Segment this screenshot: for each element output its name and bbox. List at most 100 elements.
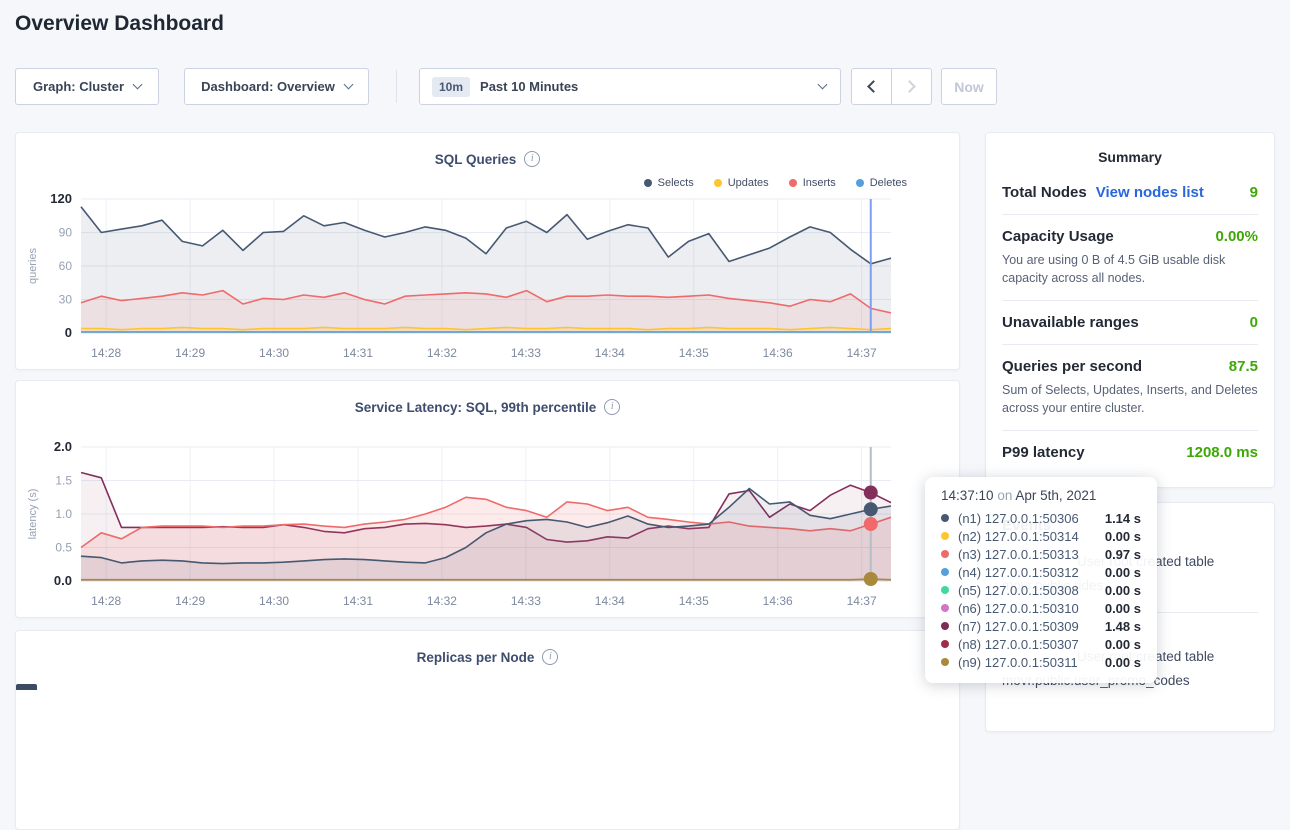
- node-latency-value: 0.00 s: [1097, 565, 1141, 580]
- node-latency-value: 0.00 s: [1097, 655, 1141, 670]
- chevron-down-icon: [818, 80, 828, 90]
- y-tick-label: 1.0: [55, 507, 72, 521]
- tooltip-row: (n3) 127.0.0.1:50313 0.97 s: [941, 545, 1141, 563]
- node-color-dot: [941, 586, 949, 594]
- view-nodes-list-link[interactable]: View nodes list: [1096, 184, 1204, 201]
- x-tick-label: 14:34: [595, 594, 625, 608]
- y-tick-label: 60: [59, 259, 73, 273]
- x-tick-label: 14:29: [175, 594, 205, 608]
- series-line-n9: [81, 579, 891, 580]
- info-icon[interactable]: i: [542, 649, 558, 665]
- chevron-down-icon: [133, 80, 143, 90]
- tooltip-row: (n7) 127.0.0.1:503091.48 s: [941, 617, 1141, 635]
- y-tick-label: 0: [65, 325, 72, 340]
- node-latency-value: 0.00 s: [1097, 529, 1141, 544]
- p99-latency-value: 1208.0 ms: [1186, 444, 1258, 461]
- dashboard-dropdown-label: Dashboard: Overview: [201, 79, 335, 94]
- y-tick-label: 30: [59, 293, 73, 307]
- now-button-label: Now: [954, 79, 984, 95]
- node-latency-value: 0.00 s: [1097, 601, 1141, 616]
- node-address: (n9) 127.0.0.1:50311: [958, 655, 1078, 670]
- x-tick-label: 14:30: [259, 594, 289, 608]
- service-latency-plot[interactable]: 14:28 14:29 14:30 14:31 14:32 14:33 14:34 14:35…: [16, 381, 961, 619]
- node-address: (n6) 127.0.0.1:50310: [958, 601, 1079, 616]
- capacity-description: You are using 0 B of 4.5 GiB usable disk…: [1002, 251, 1258, 287]
- unavailable-ranges-label: Unavailable ranges: [1002, 314, 1139, 331]
- node-color-dot: [941, 514, 949, 522]
- service-latency-chart-card: Service Latency: SQL, 99th percentile i …: [15, 380, 960, 618]
- summary-row-p99: P99 latency 1208.0 ms: [1002, 431, 1258, 474]
- summary-row-capacity: Capacity Usage 0.00% You are using 0 B o…: [1002, 215, 1258, 301]
- total-nodes-label: Total Nodes: [1002, 184, 1087, 201]
- graph-dropdown[interactable]: Graph: Cluster: [15, 68, 159, 105]
- y-tick-label: 120: [50, 191, 72, 206]
- hover-marker-n3: [864, 517, 878, 531]
- node-color-dot: [941, 640, 949, 648]
- x-tick-label: 14:28: [91, 346, 121, 360]
- total-nodes-value: 9: [1250, 184, 1258, 201]
- summary-row-qps: Queries per second 87.5 Sum of Selects, …: [1002, 345, 1258, 431]
- qps-label: Queries per second: [1002, 358, 1142, 375]
- p99-latency-label: P99 latency: [1002, 444, 1085, 461]
- x-tick-label: 14:36: [763, 346, 793, 360]
- x-tick-label: 14:28: [91, 594, 121, 608]
- node-latency-value: 0.00 s: [1097, 583, 1141, 598]
- tooltip-timestamp: 14:37:10 on Apr 5th, 2021: [941, 488, 1141, 503]
- sql-queries-chart-card: SQL Queries i SelectsUpdatesInsertsDelet…: [15, 132, 960, 370]
- x-tick-label: 14:36: [763, 594, 793, 608]
- page-title: Overview Dashboard: [15, 12, 224, 36]
- y-tick-label: 2.0: [54, 439, 72, 454]
- chevron-right-icon: [903, 80, 916, 93]
- x-tick-label: 14:30: [259, 346, 289, 360]
- tooltip-row: (n4) 127.0.0.1:50312 0.00 s: [941, 563, 1141, 581]
- graph-dropdown-label: Graph: Cluster: [33, 79, 124, 94]
- x-tick-label: 14:37: [847, 346, 877, 360]
- node-color-dot: [941, 658, 949, 666]
- node-latency-value: 0.00 s: [1097, 637, 1141, 652]
- time-next-button[interactable]: [891, 68, 932, 105]
- x-tick-label: 14:33: [511, 594, 541, 608]
- x-tick-label: 14:33: [511, 346, 541, 360]
- time-prev-button[interactable]: [851, 68, 892, 105]
- chevron-left-icon: [867, 80, 880, 93]
- time-range-label: Past 10 Minutes: [480, 79, 578, 94]
- y-tick-label: 90: [59, 226, 73, 240]
- x-tick-label: 14:34: [595, 346, 625, 360]
- time-range-selector[interactable]: 10m Past 10 Minutes: [419, 68, 841, 105]
- node-address: (n5) 127.0.0.1:50308: [958, 583, 1079, 598]
- clipped-axis-label-fragment: [16, 684, 37, 690]
- x-tick-label: 14:32: [427, 594, 457, 608]
- summary-row-unavailable: Unavailable ranges 0: [1002, 301, 1258, 345]
- sql-queries-plot[interactable]: 14:2814:2914:3014:3114:3214:3314:3414:35…: [16, 133, 961, 371]
- tooltip-row: (n5) 127.0.0.1:50308 0.00 s: [941, 581, 1141, 599]
- replicas-per-node-chart-card: Replicas per Node i: [15, 630, 960, 830]
- x-tick-label: 14:31: [343, 594, 373, 608]
- x-tick-label: 14:35: [679, 346, 709, 360]
- node-latency-value: 0.97 s: [1097, 547, 1141, 562]
- node-color-dot: [941, 568, 949, 576]
- tooltip-row: (n9) 127.0.0.1:50311 0.00 s: [941, 653, 1141, 671]
- y-axis-title: queries: [27, 247, 39, 284]
- y-tick-label: 0.0: [54, 573, 72, 588]
- node-latency-value: 1.14 s: [1097, 511, 1141, 526]
- node-address: (n3) 127.0.0.1:50313: [958, 547, 1079, 562]
- capacity-value: 0.00%: [1215, 228, 1258, 245]
- tooltip-row: (n8) 127.0.0.1:50307 0.00 s: [941, 635, 1141, 653]
- x-tick-label: 14:35: [679, 594, 709, 608]
- node-address: (n1) 127.0.0.1:50306: [958, 511, 1079, 526]
- node-address: (n2) 127.0.0.1:50314: [958, 529, 1079, 544]
- summary-panel: Summary Total Nodes View nodes list 9 Ca…: [985, 132, 1275, 488]
- hover-marker-n7: [864, 486, 878, 500]
- chevron-down-icon: [343, 80, 353, 90]
- tooltip-row: (n6) 127.0.0.1:50310 0.00 s: [941, 599, 1141, 617]
- x-tick-label: 14:29: [175, 346, 205, 360]
- node-address: (n8) 127.0.0.1:50307: [958, 637, 1079, 652]
- node-color-dot: [941, 532, 949, 540]
- node-address: (n4) 127.0.0.1:50312: [958, 565, 1079, 580]
- summary-title: Summary: [986, 133, 1274, 171]
- node-color-dot: [941, 550, 949, 558]
- now-button[interactable]: Now: [941, 68, 997, 105]
- dashboard-dropdown[interactable]: Dashboard: Overview: [184, 68, 369, 105]
- capacity-label: Capacity Usage: [1002, 228, 1114, 245]
- toolbar-divider: [396, 70, 397, 103]
